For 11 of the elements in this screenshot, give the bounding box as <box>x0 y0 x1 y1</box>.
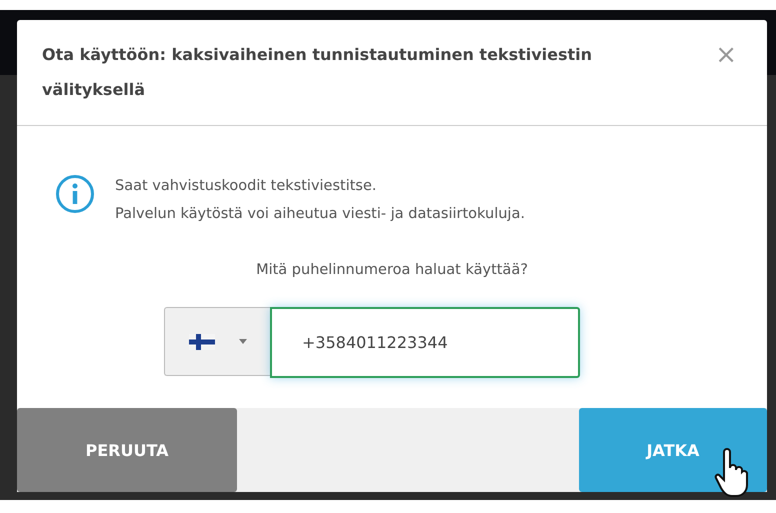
info-text: Palvelun käytöstä voi aiheutua viesti- ja datasiirtokuluja. <box>115 205 525 224</box>
phone-input[interactable]: +3584011223344 <box>270 307 580 378</box>
dialog-title: Ota käyttöön: kaksivaiheinen tunnistautuminen tekstiviestin välityksellä <box>42 44 594 101</box>
info-icon <box>55 174 95 214</box>
question-text: Mitä puhelinnumeroa haluat käyttää? <box>255 262 529 278</box>
info-text: Saat vahvistuskoodit tekstiviestitse. <box>115 177 378 196</box>
caret-icon <box>238 339 246 344</box>
close-button[interactable]: × <box>705 42 747 68</box>
country-selector[interactable] <box>164 307 270 376</box>
hand-cursor-icon <box>714 448 748 498</box>
cancel-button[interactable]: PERUUTA <box>17 408 237 492</box>
